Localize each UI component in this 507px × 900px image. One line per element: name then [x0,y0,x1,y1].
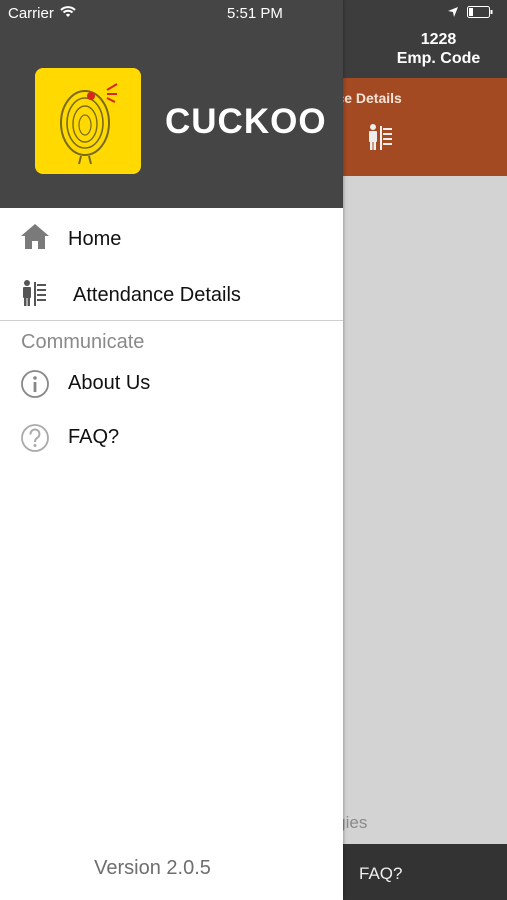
question-icon [20,423,50,453]
menu-item-attendance-details[interactable]: Attendance Details [0,270,343,321]
status-right-icons [447,5,493,21]
employee-code-block: 1228 Emp. Code [370,30,507,68]
employee-code-value: 1228 [420,31,457,48]
app-name: CUCKOO [165,102,327,141]
carrier-label: Carrier [8,5,54,22]
info-icon [20,369,50,399]
menu-item-about-us[interactable]: About Us [0,356,343,410]
drawer-menu: Home Attendance Details Communicate Abou… [0,208,343,464]
menu-item-label: Home [68,227,122,250]
battery-icon [467,5,493,21]
status-time: 5:51 PM [227,5,283,22]
location-arrow-icon [447,5,459,21]
menu-item-label: Attendance Details [73,284,241,306]
wifi-icon [60,5,76,22]
app-version: Version 2.0.5 [94,857,211,879]
attendance-icon [20,278,50,308]
employee-code-label: Emp. Code [396,50,481,67]
menu-item-home[interactable]: Home [0,208,343,270]
section-title-communicate: Communicate [21,331,145,353]
menu-item-label: About Us [68,371,151,394]
menu-item-label: FAQ? [68,425,120,448]
status-carrier: Carrier [8,5,76,22]
footer-faq-link[interactable]: FAQ? [359,864,402,884]
drawer-header: Carrier 5:51 PM CUCKOO [0,0,343,208]
menu-item-faq[interactable]: FAQ? [0,410,343,464]
attendance-card-icon [366,122,396,157]
app-logo [35,68,141,174]
home-icon [20,221,50,251]
navigation-drawer: Carrier 5:51 PM CUCKOO Home Attendance D… [0,0,343,900]
